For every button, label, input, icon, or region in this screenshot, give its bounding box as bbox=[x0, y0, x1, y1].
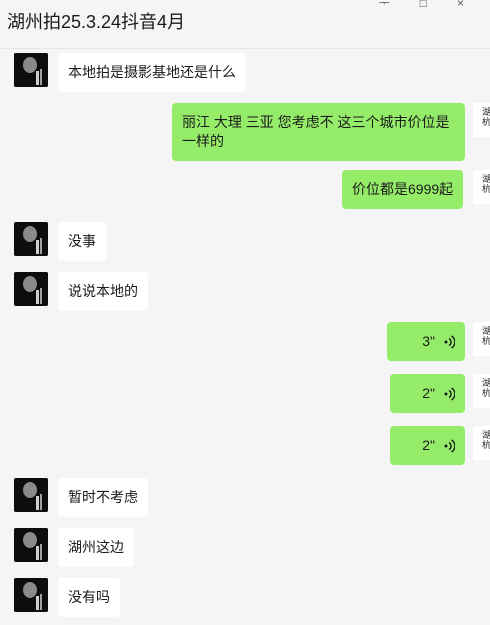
contact-avatar[interactable] bbox=[14, 528, 48, 562]
voice-duration: 2" bbox=[422, 437, 435, 453]
voice-wave-icon bbox=[444, 386, 455, 401]
self-avatar-text: 湖 杭 bbox=[482, 174, 490, 194]
self-avatar-text: 湖 杭 bbox=[482, 378, 490, 398]
self-avatar-text: 湖 杭 bbox=[482, 107, 490, 127]
self-avatar[interactable]: 湖 杭 bbox=[473, 374, 490, 408]
maximize-button[interactable]: □ bbox=[420, 0, 427, 10]
self-avatar[interactable]: 湖 杭 bbox=[473, 426, 490, 460]
voice-message-bubble[interactable]: 2" bbox=[390, 426, 465, 465]
pin-button[interactable]: ᅮ bbox=[379, 0, 390, 10]
self-avatar[interactable]: 湖 杭 bbox=[473, 103, 490, 137]
contact-avatar[interactable] bbox=[14, 222, 48, 256]
voice-duration: 3" bbox=[422, 333, 435, 349]
contact-avatar[interactable] bbox=[14, 478, 48, 512]
self-avatar[interactable]: 湖 杭 bbox=[473, 170, 490, 204]
chat-title: 湖州拍25.3.24抖音4月 bbox=[7, 12, 186, 32]
self-avatar-text: 湖 杭 bbox=[482, 430, 490, 450]
close-button[interactable]: × bbox=[457, 0, 464, 10]
voice-message-bubble[interactable]: 3" bbox=[387, 322, 465, 361]
voice-message-bubble[interactable]: 2" bbox=[390, 374, 465, 413]
message-bubble-incoming[interactable]: 没有吗 bbox=[58, 578, 120, 617]
message-bubble-incoming[interactable]: 说说本地的 bbox=[58, 272, 148, 311]
voice-wave-icon bbox=[444, 438, 455, 453]
contact-avatar[interactable] bbox=[14, 272, 48, 306]
message-bubble-incoming[interactable]: 本地拍是摄影基地还是什么 bbox=[58, 53, 246, 92]
contact-avatar[interactable] bbox=[14, 578, 48, 612]
voice-wave-icon bbox=[444, 334, 455, 349]
message-bubble-incoming[interactable]: 湖州这边 bbox=[58, 528, 134, 567]
self-avatar[interactable]: 湖 杭 bbox=[473, 322, 490, 356]
chat-header: 湖州拍25.3.24抖音4月 ᅮ □ × bbox=[0, 0, 490, 49]
message-bubble-incoming[interactable]: 暂时不考虑 bbox=[58, 478, 148, 517]
message-bubble-incoming[interactable]: 没事 bbox=[58, 222, 106, 261]
voice-duration: 2" bbox=[422, 385, 435, 401]
window-controls: ᅮ □ × bbox=[349, 0, 464, 11]
message-bubble-outgoing[interactable]: 价位都是6999起 bbox=[342, 170, 464, 209]
self-avatar-text: 湖 杭 bbox=[482, 326, 490, 346]
contact-avatar[interactable] bbox=[14, 53, 48, 87]
message-bubble-outgoing[interactable]: 丽江 大理 三亚 您考虑不 这三个城市价位是一样的 bbox=[172, 103, 465, 161]
